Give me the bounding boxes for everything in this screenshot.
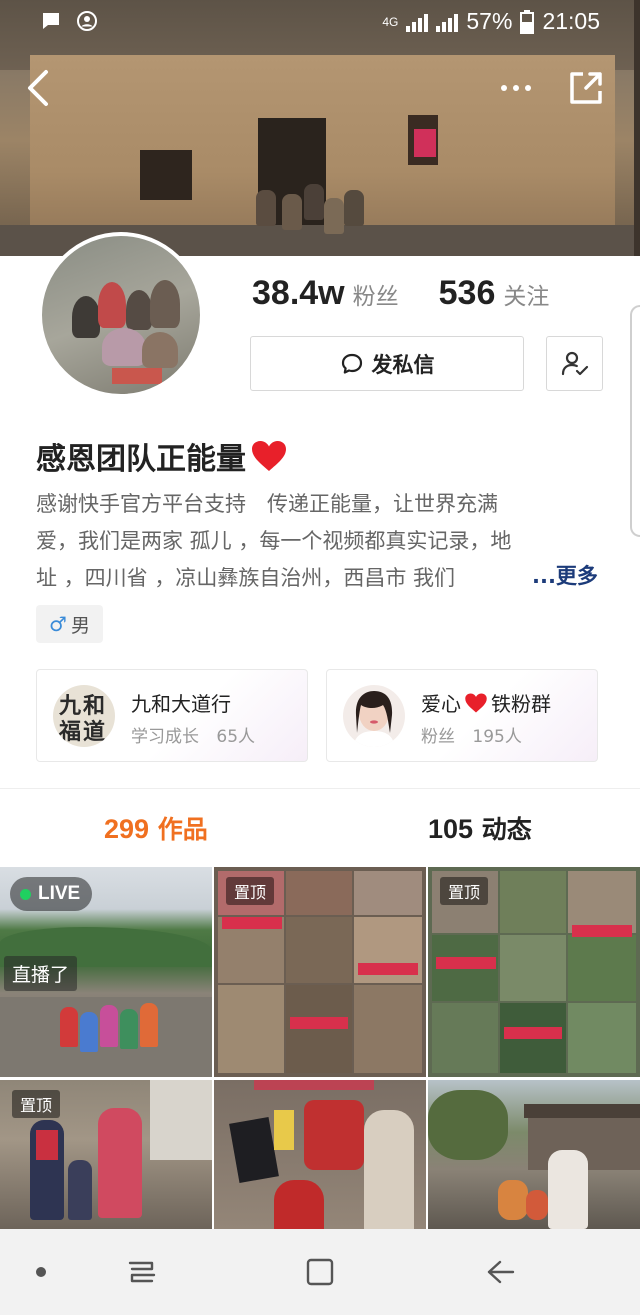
group-subtitle: 粉丝 195人	[421, 722, 522, 747]
nav-dot-button[interactable]	[28, 1255, 54, 1289]
send-message-button[interactable]: 发私信	[250, 336, 524, 391]
battery-icon	[520, 9, 535, 34]
tab-works[interactable]: 299 作品	[104, 810, 208, 846]
signal-strength-icon	[406, 12, 429, 32]
group-title-text: 九和大道行	[131, 692, 231, 716]
bio-line: 感谢快手官方平台支持 传递正能量，让世界充满	[36, 492, 498, 516]
cover-child	[344, 190, 364, 226]
group-card[interactable]: 爱心 铁粉群 粉丝 195人	[326, 669, 598, 762]
clock: 21:05	[542, 8, 600, 34]
red-heart-icon	[465, 693, 487, 712]
battery-percentage: 57%	[466, 8, 513, 34]
gender-tag: ♂ 男	[36, 605, 103, 643]
profile-stats: 38.4w 粉丝 536 关注	[252, 274, 589, 313]
followers-count[interactable]: 38.4w	[252, 274, 345, 313]
live-label: LIVE	[38, 883, 81, 904]
cover-child	[282, 194, 302, 230]
group-card[interactable]: 九 和 福 道 九和大道行 学习成长 65人	[36, 669, 308, 762]
profile-bio: 感谢快手官方平台支持 传递正能量，让世界充满 爱，我们是两家 孤儿 ，每一个视频…	[36, 486, 606, 597]
group-avatar	[343, 685, 405, 747]
video-thumbnail[interactable]: 置顶	[0, 1080, 212, 1229]
bio-line: 址 ，四川省 ，凉山彝族自治州，西昌市 我们	[36, 566, 456, 590]
back-arrow-icon	[487, 1260, 515, 1284]
works-count: 299	[104, 814, 150, 844]
network-type-label: 4G	[382, 14, 399, 29]
followers-label[interactable]: 粉丝	[353, 277, 399, 311]
video-thumbnail[interactable]: LIVE 直播了	[0, 867, 212, 1077]
group-title-suffix: 铁粉群	[491, 692, 551, 716]
gender-label: 男	[70, 614, 90, 637]
follow-button[interactable]	[546, 336, 603, 391]
svg-text:福: 福	[58, 719, 81, 745]
back-arrow-icon[interactable]	[20, 66, 60, 110]
video-grid: LIVE 直播了 置顶 置顶 置顶	[0, 867, 640, 1229]
profile-avatar[interactable]	[38, 232, 204, 398]
svg-text:和: 和	[83, 693, 105, 719]
group-category: 粉丝	[421, 727, 455, 747]
cover-child	[324, 198, 344, 234]
pinned-badge: 置顶	[12, 1090, 61, 1118]
group-title: 爱心 铁粉群	[421, 688, 551, 717]
account-notification-icon	[77, 11, 97, 31]
following-count[interactable]: 536	[439, 274, 496, 313]
cover-window	[408, 115, 438, 165]
send-message-label: 发私信	[371, 352, 435, 377]
svg-text:道: 道	[83, 719, 105, 745]
message-notification-icon	[43, 13, 59, 29]
group-category: 学习成长	[131, 727, 199, 747]
works-label: 作品	[157, 815, 208, 844]
back-button[interactable]	[482, 1255, 518, 1289]
moments-count: 105	[428, 814, 474, 844]
group-title: 九和大道行	[131, 688, 231, 717]
dot-icon	[36, 1267, 46, 1277]
system-navigation-bar	[0, 1229, 640, 1315]
group-member-count: 195人	[472, 727, 522, 747]
home-button[interactable]	[302, 1255, 338, 1289]
cover-child	[256, 190, 276, 226]
bio-line: 爱，我们是两家 孤儿 ，每一个视频都真实记录，地	[36, 529, 512, 553]
group-subtitle: 学习成长 65人	[131, 722, 255, 747]
tab-moments[interactable]: 105 动态	[428, 810, 532, 846]
person-check-icon	[561, 351, 588, 375]
wifi-signal-icon	[436, 12, 459, 32]
section-divider	[0, 788, 640, 789]
video-thumbnail[interactable]	[214, 1080, 426, 1229]
more-dots-icon[interactable]	[496, 70, 536, 106]
following-label[interactable]: 关注	[503, 277, 549, 311]
status-bar: 4G 57% 21:05	[0, 0, 640, 44]
group-avatar: 九 和 福 道	[53, 685, 115, 747]
video-thumbnail[interactable]: 置顶	[214, 867, 426, 1077]
live-badge: LIVE	[10, 877, 93, 911]
live-indicator-icon	[20, 888, 31, 900]
chat-bubble-icon	[341, 353, 362, 374]
pinned-badge: 置顶	[226, 877, 275, 905]
video-thumbnail[interactable]	[428, 1080, 640, 1229]
streaming-tag: 直播了	[4, 956, 78, 991]
home-square-icon	[306, 1258, 334, 1286]
side-panel-handle[interactable]	[630, 305, 640, 537]
group-member-count: 65人	[216, 727, 256, 747]
profile-name: 感恩团队正能量	[36, 434, 288, 478]
moments-label: 动态	[481, 815, 532, 844]
bio-more-link[interactable]: ...更多	[530, 560, 598, 590]
profile-name-text: 感恩团队正能量	[36, 442, 246, 477]
group-title-text: 爱心	[421, 692, 461, 716]
pinned-badge: 置顶	[440, 877, 489, 905]
recent-apps-icon	[128, 1261, 156, 1283]
cover-child	[304, 184, 324, 220]
male-icon: ♂	[49, 612, 67, 636]
video-thumbnail[interactable]: 置顶	[428, 867, 640, 1077]
red-heart-icon	[252, 441, 286, 471]
share-icon[interactable]	[566, 68, 606, 108]
cover-window	[140, 150, 192, 200]
recent-apps-button[interactable]	[124, 1255, 160, 1289]
svg-text:九: 九	[58, 693, 81, 719]
